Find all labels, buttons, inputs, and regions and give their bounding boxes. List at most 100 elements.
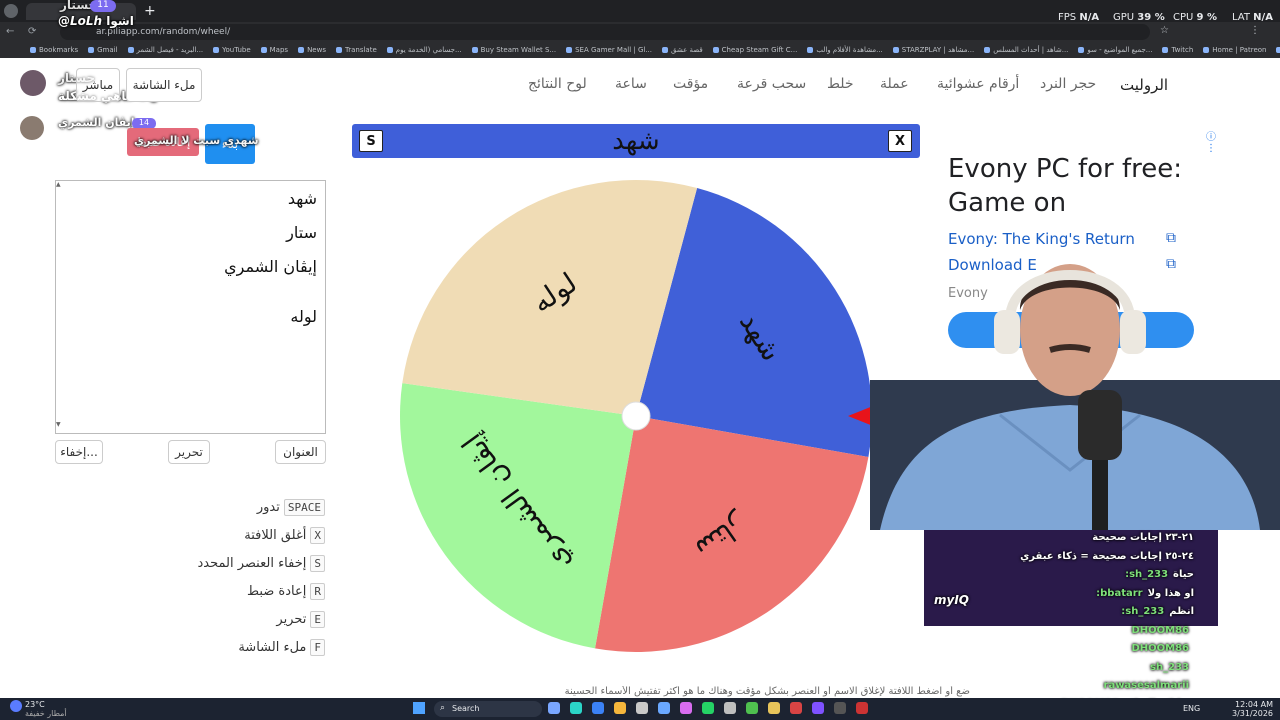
url-text: ar.piliapp.com/random/wheel/	[96, 27, 231, 37]
chat-line: DHOOM86	[1131, 643, 1194, 654]
chat-message: ٢٤-٢٥ إجابات صحيحة = ذكاء عبقري	[1020, 550, 1194, 562]
bookmark-item[interactable]: Gmail	[88, 46, 118, 54]
menu-icon[interactable]: ⋮	[1250, 25, 1260, 36]
bookmark-item[interactable]: STARZPLAY | مشاهد...	[892, 46, 974, 54]
nav-item[interactable]: ساعة	[615, 76, 647, 92]
taskbar-app-icon[interactable]	[746, 702, 758, 714]
clock-time: 12:04 AM	[1235, 700, 1274, 709]
taskbar-app-icon[interactable]	[658, 702, 670, 714]
wheel[interactable]: شهدستارإيڤان الشمريلوله	[390, 170, 890, 670]
bookmark-label: SEA Gamer Mall | Gl...	[575, 46, 653, 54]
nav-item[interactable]: لوح النتائج	[528, 76, 587, 92]
bookmark-item[interactable]: شاهد | أحداث المسلس...	[984, 46, 1068, 54]
taskbar-app-icon[interactable]	[790, 702, 802, 714]
taskbar-app-icon[interactable]	[856, 702, 868, 714]
entry-item: لوله	[290, 307, 317, 326]
new-tab-icon[interactable]: +	[144, 3, 156, 19]
nav-item[interactable]: سحب قرعة	[737, 76, 806, 92]
bookmark-item[interactable]: SEA Gamer Mall | Gl...	[566, 46, 652, 54]
hide-button[interactable]: إخفاء...	[55, 440, 103, 464]
taskbar-app-icon[interactable]	[702, 702, 714, 714]
bookmark-icon	[712, 47, 719, 53]
bookmark-item[interactable]: البريد - فيصل الشمر...	[127, 46, 203, 54]
taskbar-app-icon[interactable]	[592, 702, 604, 714]
bookmark-item[interactable]: News	[298, 46, 326, 54]
bookmark-icon	[127, 47, 134, 53]
taskbar-app-icon[interactable]	[724, 702, 736, 714]
shortcut-key: R	[310, 583, 325, 600]
taskbar-app-icon[interactable]	[768, 702, 780, 714]
stream-chat: ٢١-٢٣ إجابات صحيحة ٢٤-٢٥ إجابات صحيحة = ذ…	[924, 528, 1218, 710]
refresh-icon[interactable]: ⟳	[28, 26, 36, 37]
nav-item[interactable]: أرقام عشوائية	[937, 76, 1019, 92]
entries-textarea[interactable]: ▲ ▼ شهد ستار إيڤان الشمري لوله	[55, 180, 326, 434]
chat-line: ٢٤-٢٥ إجابات صحيحة = ذكاء عبقري	[1015, 551, 1194, 562]
bookmark-item[interactable]: Maps	[260, 46, 289, 54]
taskbar-search[interactable]: ⌕ Search	[434, 701, 542, 717]
bookmark-item[interactable]: جسامي (الخدمة يوم...	[386, 46, 462, 54]
clock[interactable]: 12:04 AM 3/31/2026	[1232, 700, 1273, 718]
bookmark-label: Maps	[269, 46, 289, 54]
back-icon[interactable]: ←	[6, 26, 14, 37]
entry-item: إيڤان الشمري	[224, 257, 317, 276]
direct-button[interactable]: مباشر	[76, 68, 120, 102]
bookmark-icon	[213, 47, 220, 53]
shortcut-row: F ملء الشاشة	[238, 639, 325, 656]
nav-item[interactable]: عملة	[880, 76, 909, 92]
shortcut-label: إعادة ضبط	[247, 584, 307, 599]
shortcut-label: إخفاء العنصر المحدد	[197, 556, 307, 571]
chat-username: DHOOM86	[1131, 624, 1189, 636]
bookmark-item[interactable]: جميع المواضيع - سو...	[1078, 46, 1152, 54]
weather-icon[interactable]	[10, 700, 22, 712]
bookmark-item[interactable]: Bookmarks	[30, 46, 78, 54]
ad-info-icon[interactable]: ⓘ ⋮	[1206, 128, 1218, 154]
fullscreen-button[interactable]: ملء الشاشة	[126, 68, 202, 102]
bookmark-icon	[30, 47, 36, 53]
profile-icon[interactable]	[4, 4, 18, 18]
ad-headline[interactable]: Evony PC for free: Game on	[948, 152, 1198, 220]
url-field[interactable]: ar.piliapp.com/random/wheel/	[60, 24, 1150, 40]
taskbar-app-icon[interactable]	[614, 702, 626, 714]
edit-button[interactable]: تحرير	[168, 440, 210, 464]
taskbar-app-icon[interactable]	[548, 702, 560, 714]
shortcut-key: F	[310, 639, 325, 656]
wheel-hub[interactable]	[621, 401, 651, 431]
nav-item[interactable]: مؤقت	[673, 76, 708, 92]
chat-username: DHOOM86	[1131, 643, 1189, 654]
taskbar-app-icon[interactable]	[834, 702, 846, 714]
close-banner-button[interactable]: X	[888, 130, 912, 152]
nav-spacer	[1218, 58, 1280, 110]
language-indicator[interactable]: ENG	[1183, 704, 1200, 713]
chat-username: sh_233	[1150, 661, 1189, 673]
weather-desc: أمطار خفيفة	[25, 709, 67, 718]
bookmark-item[interactable]: Twitch	[1162, 46, 1193, 54]
bookmark-item[interactable]: YouTube	[213, 46, 251, 54]
star-icon[interactable]: ☆	[1160, 25, 1169, 36]
taskbar-app-icon[interactable]	[680, 702, 692, 714]
bookmark-item[interactable]: Buy Steam Wallet S...	[471, 46, 556, 54]
scroll-up-icon[interactable]: ▲	[56, 181, 64, 189]
taskbar-app-icon[interactable]	[636, 702, 648, 714]
bookmark-item[interactable]: إظهار الشعار في شك...	[1276, 46, 1280, 54]
bookmark-item[interactable]: قصة عشق	[662, 46, 703, 54]
bookmark-item[interactable]: Translate	[335, 46, 377, 54]
windows-start-icon[interactable]	[413, 702, 425, 714]
nav-item[interactable]: حجر النرد	[1040, 76, 1096, 92]
result-banner: S شهد X	[352, 124, 920, 158]
bookmark-icon	[1203, 47, 1210, 53]
bookmark-item[interactable]: مشاهدة الأفلام والب...	[807, 46, 883, 54]
taskbar-app-icon[interactable]	[812, 702, 824, 714]
chat-avatar	[20, 116, 44, 140]
avatar	[20, 70, 46, 96]
nav-brand[interactable]: الروليت	[1120, 76, 1168, 94]
bookmark-item[interactable]: Home | Patreon	[1203, 46, 1266, 54]
title-button[interactable]: العنوان	[275, 440, 326, 464]
taskbar-app-icon[interactable]	[570, 702, 582, 714]
bookmark-label: YouTube	[222, 46, 251, 54]
scroll-down-icon[interactable]: ▼	[56, 421, 64, 429]
bookmark-item[interactable]: Cheap Steam Gift C...	[712, 46, 797, 54]
nav-item[interactable]: خلط	[827, 76, 854, 92]
bookmark-label: مشاهدة الأفلام والب...	[816, 46, 883, 54]
chat-username: sh_233:	[1121, 606, 1165, 617]
result-text: شهد	[612, 126, 660, 156]
